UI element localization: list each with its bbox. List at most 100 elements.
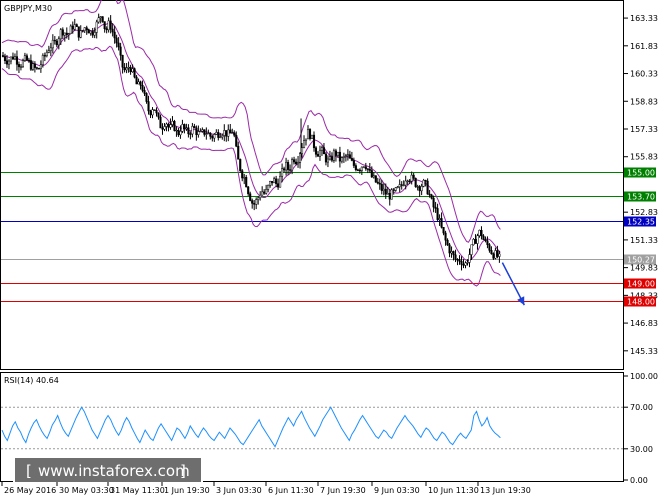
candle-body: [344, 155, 347, 157]
candle-body: [83, 27, 86, 31]
candle-body: [19, 66, 22, 68]
candle-body: [29, 60, 32, 70]
time-tick-label: 13 Jun 19:30: [480, 486, 531, 495]
price-tick-label: 151.33: [630, 236, 658, 245]
candle-body: [271, 180, 274, 184]
candle-body: [215, 132, 218, 135]
candle-body: [177, 129, 180, 136]
candle-body: [73, 24, 76, 30]
rsi-tick-label: 0.00: [630, 476, 648, 485]
candle-body: [109, 20, 112, 30]
candle-body: [161, 127, 164, 130]
candle-body: [67, 33, 70, 36]
candle-body: [466, 262, 469, 264]
candle-body: [340, 157, 343, 162]
candle-body: [265, 189, 268, 194]
candle-body: [384, 188, 387, 195]
candle-body: [394, 187, 397, 191]
time-tick-label: 31 May 11:30: [110, 486, 165, 495]
candle-body: [41, 55, 44, 65]
candle-body: [229, 129, 232, 134]
candle-body: [25, 55, 28, 61]
candle-body: [283, 168, 286, 171]
candle-body: [149, 110, 152, 116]
candle-body: [187, 127, 190, 135]
candle-body: [151, 109, 154, 116]
candle-body: [322, 147, 326, 155]
time-tick-label: 9 Jun 03:30: [374, 486, 420, 495]
candle-body: [37, 68, 40, 70]
candle-body: [316, 154, 320, 157]
candle-body: [269, 180, 272, 186]
candle-body: [89, 30, 92, 34]
candle-body: [380, 183, 383, 191]
candle-body: [285, 162, 288, 171]
candle-body: [183, 124, 186, 130]
time-tick-label: 7 Jun 19:30: [320, 486, 366, 495]
candle-body: [432, 197, 435, 208]
candle-body: [71, 25, 74, 30]
candle-body: [406, 180, 409, 183]
candle-body: [314, 147, 318, 155]
candle-body: [434, 206, 437, 209]
price-tick-label: 146.83: [630, 319, 658, 328]
candle-body: [121, 54, 124, 68]
price-tick-label: 163.33: [630, 14, 658, 23]
candle-body: [430, 194, 433, 199]
candle-body: [1, 55, 5, 57]
candle-body: [217, 132, 220, 138]
candle-body: [165, 123, 168, 127]
candle-body: [3, 56, 7, 61]
price-tick-label: 160.33: [630, 70, 658, 79]
candle-body: [57, 38, 60, 46]
candle-body: [470, 244, 473, 255]
candle-body: [318, 149, 322, 157]
candle-body: [396, 186, 399, 188]
candle-body: [438, 218, 441, 220]
candle-body: [53, 39, 56, 42]
candle-body: [358, 169, 361, 172]
candle-body: [65, 32, 68, 36]
candle-body: [23, 55, 26, 61]
candle-body: [197, 131, 200, 135]
candle-body: [103, 21, 106, 30]
candle-body: [131, 68, 134, 73]
candle-body: [225, 130, 228, 137]
price-tick-label: 149.83: [630, 264, 658, 273]
candle-body: [45, 52, 48, 56]
candle-body: [139, 81, 142, 86]
candle-body: [141, 85, 144, 91]
candle-body: [486, 240, 489, 245]
candle-body: [418, 186, 421, 192]
candle-body: [81, 30, 84, 32]
candle-body: [63, 32, 66, 36]
candle-body: [446, 239, 449, 246]
rsi-axis: 100.00 70.00 30.00 0.00: [624, 372, 658, 485]
candle-body: [492, 253, 495, 259]
candle-body: [219, 136, 222, 138]
candle-body: [263, 191, 266, 194]
candle-body: [85, 27, 88, 31]
candle-body: [304, 138, 308, 141]
time-tick-label: 1 Jun 19:30: [164, 486, 210, 495]
rsi-tick-label: 30.00: [630, 445, 653, 454]
candle-body: [15, 56, 19, 65]
price-tick-label: 161.83: [630, 42, 658, 51]
candle-body: [306, 129, 310, 140]
level-label: 149.00: [627, 280, 655, 289]
level-label: 150.27: [627, 256, 655, 265]
candle-body: [374, 175, 377, 183]
candle-body: [338, 151, 341, 162]
candle-body: [255, 199, 258, 205]
candle-body: [227, 129, 230, 137]
candle-body: [221, 135, 224, 138]
candle-body: [348, 154, 351, 159]
time-tick-label: 10 Jun 11:30: [428, 486, 479, 495]
candle-body: [159, 116, 162, 129]
candle-body: [173, 121, 176, 131]
candle-body: [191, 126, 194, 135]
candle-body: [354, 165, 357, 171]
candle-body: [257, 197, 260, 200]
candle-body: [452, 251, 455, 256]
candle-body: [364, 166, 367, 169]
